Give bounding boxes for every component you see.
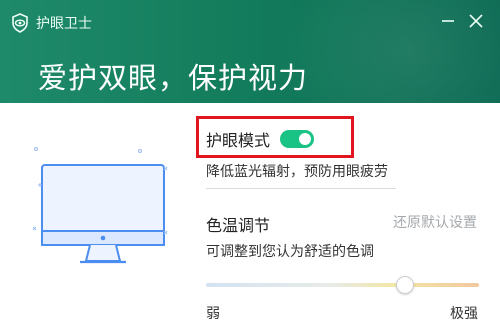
color-temp-description: 可调整到您认为舒适的色调 — [206, 244, 374, 260]
app-title: 护眼卫士 — [36, 16, 92, 32]
divider — [206, 188, 396, 189]
slider-min-label: 弱 — [206, 306, 220, 322]
eye-shield-icon — [12, 13, 28, 33]
headline-text: 爱护双眼，保护视力 — [38, 61, 309, 95]
reset-default-link[interactable]: 还原默认设置 — [393, 212, 477, 232]
header-banner: 护眼卫士 爱护双眼，保护视力 — [0, 0, 500, 103]
color-temp-title: 色温调节 — [206, 216, 271, 235]
monitor-illustration-icon — [32, 147, 168, 264]
title-bar: 护眼卫士 — [10, 10, 92, 36]
color-temp-slider-thumb[interactable] — [396, 276, 414, 294]
color-temp-slider-track[interactable] — [206, 283, 479, 287]
slider-max-label: 极强 — [450, 306, 478, 322]
close-button[interactable] — [466, 11, 486, 31]
eye-mode-description: 降低蓝光辐射，预防用眼疲劳 — [206, 164, 388, 180]
highlight-annotation — [196, 116, 354, 158]
minimize-button[interactable] — [438, 11, 458, 31]
